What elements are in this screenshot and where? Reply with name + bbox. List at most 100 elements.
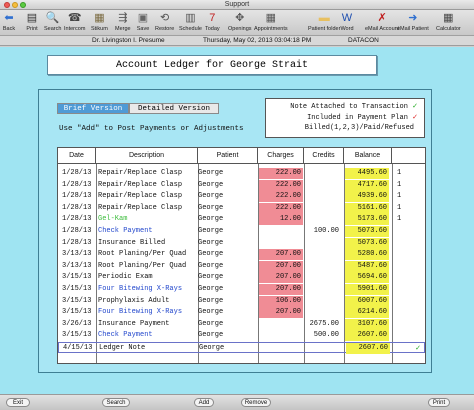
- row-description: Gel-Kam: [98, 215, 128, 224]
- toolbar-back-arrow-button[interactable]: ⬅ Back: [2, 11, 16, 32]
- toolbar-calculator-button[interactable]: ▦ Calculator: [436, 11, 461, 32]
- row-balance: 5073.60: [345, 226, 389, 237]
- table-row[interactable]: 3/26/13 Insurance Payment George 2675.00 310…: [58, 318, 425, 330]
- row-description: Insurance Payment: [98, 319, 170, 328]
- bottom-bar: Exit Search Add Remove Print: [0, 394, 474, 410]
- window-title: Support: [224, 1, 250, 8]
- row-charges: 207.00: [259, 284, 303, 295]
- table-row[interactable]: 1/28/13 Repair/Replace Clasp George 222.00 5…: [58, 202, 425, 214]
- table-row[interactable]: 3/13/13 Root Planing/Per Quad George 207.00…: [58, 249, 425, 261]
- row-flag: 1: [397, 203, 402, 212]
- row-balance: 5901.60: [345, 284, 389, 295]
- row-flag: [396, 238, 424, 249]
- table-row[interactable]: 1/28/13 Repair/Replace Clasp George 222.00 4…: [58, 179, 425, 191]
- column-header-date[interactable]: Date: [58, 148, 96, 164]
- toolbar-label: Restore: [155, 26, 175, 32]
- row-charges: 207.00: [259, 260, 303, 272]
- search-button[interactable]: Search: [102, 398, 130, 407]
- tab-brief-version[interactable]: Brief Version: [57, 103, 129, 114]
- table-row[interactable]: 1/28/13 Repair/Replace Clasp George 222.00 4…: [58, 168, 425, 179]
- row-credits: [305, 307, 341, 318]
- table-row[interactable]: 1/28/13 Check Payment George 100.00 5073.60: [58, 226, 425, 237]
- row-credits: [305, 191, 341, 202]
- add-hint-text: Use "Add" to Post Payments or Adjustment…: [59, 125, 244, 133]
- toolbar-word-button[interactable]: W Word: [340, 11, 354, 32]
- row-credits: [305, 214, 341, 225]
- toolbar-search-button[interactable]: 🔍 Search: [44, 11, 61, 32]
- toolbar-email-account-button[interactable]: ✗ eMail Account: [365, 11, 399, 32]
- row-charges: [259, 319, 303, 330]
- row-patient: George: [198, 238, 224, 247]
- toolbar-patient-folder-button[interactable]: ▬ Patient folder: [308, 11, 340, 32]
- legend-box: Note Attached to Transaction ✓ Included …: [265, 98, 425, 138]
- toolbar-label: Save: [136, 26, 150, 32]
- row-charges: 207.00: [259, 249, 303, 261]
- toolbar-appointments-button[interactable]: ▦ Appointments: [254, 11, 288, 32]
- legend-payment-plan: Included in Payment Plan ✓: [307, 113, 418, 122]
- row-balance: 2607.60: [345, 330, 389, 342]
- column-header-patient[interactable]: Patient: [198, 148, 258, 164]
- column-header-balance[interactable]: Balance: [344, 148, 392, 164]
- row-patient: George: [198, 180, 224, 189]
- row-balance: 5073.60: [345, 237, 389, 249]
- toolbar-calendar-today-button[interactable]: 7 Today: [205, 11, 220, 32]
- table-row[interactable]: 4/15/13 Ledger Note George 2607.60 ✓: [58, 342, 425, 354]
- row-date: 1/28/13: [62, 215, 92, 224]
- toolbar-label: eMail Account: [365, 26, 400, 32]
- row-date: 3/15/13: [62, 331, 92, 340]
- column-header-charges[interactable]: Charges: [258, 148, 304, 164]
- row-flag: ✓: [415, 344, 421, 352]
- toolbar-email-patient-button[interactable]: ➜ eMail Patient: [397, 11, 429, 32]
- toolbar-label: Print: [26, 26, 38, 32]
- row-date: 3/15/13: [62, 296, 92, 305]
- row-charges: 222.00: [259, 202, 303, 214]
- row-description: Insurance Billed: [98, 238, 166, 247]
- table-row[interactable]: 3/15/13 Four Bitewing X-Rays George 207.00 6…: [58, 307, 425, 319]
- toolbar-intercom-button[interactable]: ☎ Intercom: [64, 11, 85, 32]
- row-date: 1/28/13: [62, 192, 92, 201]
- toolbar-label: eMail Patient: [397, 26, 429, 32]
- row-flag: [396, 272, 424, 283]
- row-charges: 207.00: [259, 307, 303, 319]
- table-row[interactable]: 1/28/13 Insurance Billed George 5073.60: [58, 237, 425, 249]
- row-description: Ledger Note: [99, 344, 146, 352]
- toolbar-print-button[interactable]: ▤ Print: [25, 11, 39, 32]
- row-balance: 4939.60: [345, 191, 389, 203]
- table-row[interactable]: 3/15/13 Prophylaxis Adult George 106.00 6007…: [58, 295, 425, 307]
- table-row[interactable]: 1/28/13 Repair/Replace Clasp George 222.00 4…: [58, 191, 425, 203]
- row-credits: [305, 284, 341, 295]
- row-charges: [259, 226, 303, 237]
- tab-detailed-version[interactable]: Detailed Version: [129, 103, 219, 114]
- row-description: Repair/Replace Clasp: [98, 192, 183, 201]
- table-row[interactable]: 3/15/13 Periodic Exam George 207.00 5694.60: [58, 272, 425, 284]
- toolbar-save-button[interactable]: ▣ Save: [136, 11, 150, 32]
- row-balance: 5173.60: [345, 214, 389, 226]
- print-button[interactable]: Print: [428, 398, 450, 407]
- table-row[interactable]: 3/15/13 Four Bitewing X-Rays George 207.00 5…: [58, 284, 425, 295]
- toolbar-restore-button[interactable]: ⟲ Restore: [155, 11, 174, 32]
- add-button[interactable]: Add: [194, 398, 214, 407]
- toolbar-label: Search: [44, 26, 62, 32]
- legend-note-label: Note Attached to Transaction: [290, 103, 408, 111]
- table-row[interactable]: 3/13/13 Root Planing/Per Quad George 207.00…: [58, 260, 425, 272]
- row-balance: 5280.60: [345, 249, 389, 261]
- exit-button[interactable]: Exit: [6, 398, 30, 407]
- row-credits: 100.00: [313, 227, 339, 235]
- row-flag: 1: [397, 192, 402, 201]
- row-credits: [305, 180, 341, 191]
- row-flag: [396, 330, 424, 341]
- toolbar-sticky-note-button[interactable]: ▦ Stikum: [91, 11, 108, 32]
- column-header-credits[interactable]: Credits: [304, 148, 344, 164]
- table-row[interactable]: 1/28/13 Gel-Kam George 12.00 5173.60 1: [58, 214, 425, 226]
- toolbar-openings-button[interactable]: ✥ Openings: [228, 11, 252, 32]
- toolbar-schedule-button[interactable]: ▥ Schedule: [179, 11, 202, 32]
- row-credits: [306, 343, 342, 354]
- toolbar-merge-button[interactable]: ⇶ Merge: [115, 11, 131, 32]
- row-flag: [396, 296, 424, 307]
- row-description: Four Bitewing X-Rays: [98, 308, 183, 317]
- column-header-description[interactable]: Description: [96, 148, 198, 164]
- remove-button[interactable]: Remove: [241, 398, 271, 407]
- table-row[interactable]: 3/15/13 Check Payment George 500.00 2607.60: [58, 330, 425, 342]
- row-credits: [305, 296, 341, 307]
- calendar-today-icon: 7: [209, 12, 216, 24]
